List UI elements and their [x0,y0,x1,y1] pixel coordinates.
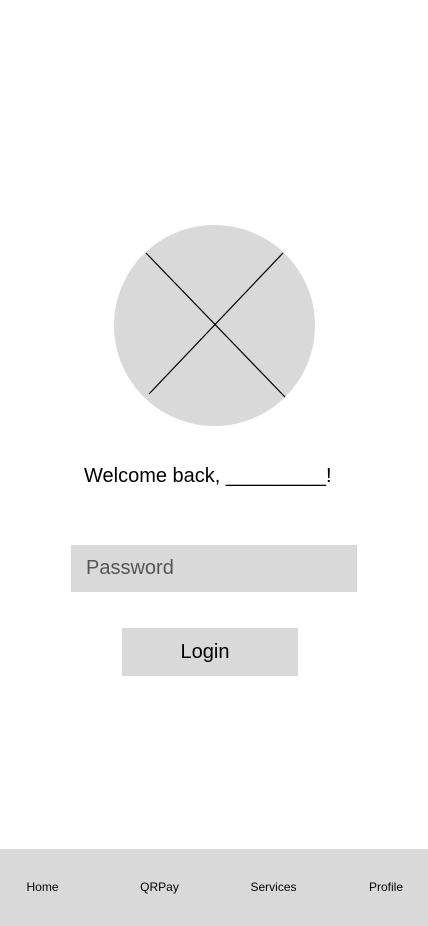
login-button[interactable]: Login [122,628,298,676]
tab-services[interactable]: Services [243,849,304,926]
bottom-tab-bar: Home QRPay Services Profile [0,849,428,926]
avatar [114,225,315,426]
login-screen: Welcome back, _________! Login Home QRPa… [0,0,428,926]
welcome-message: Welcome back, _________! [84,465,332,487]
tab-profile[interactable]: Profile [360,849,412,926]
tab-home[interactable]: Home [15,849,70,926]
image-placeholder-icon [114,225,315,426]
password-input[interactable] [71,545,357,592]
tab-qrpay[interactable]: QRPay [132,849,187,926]
